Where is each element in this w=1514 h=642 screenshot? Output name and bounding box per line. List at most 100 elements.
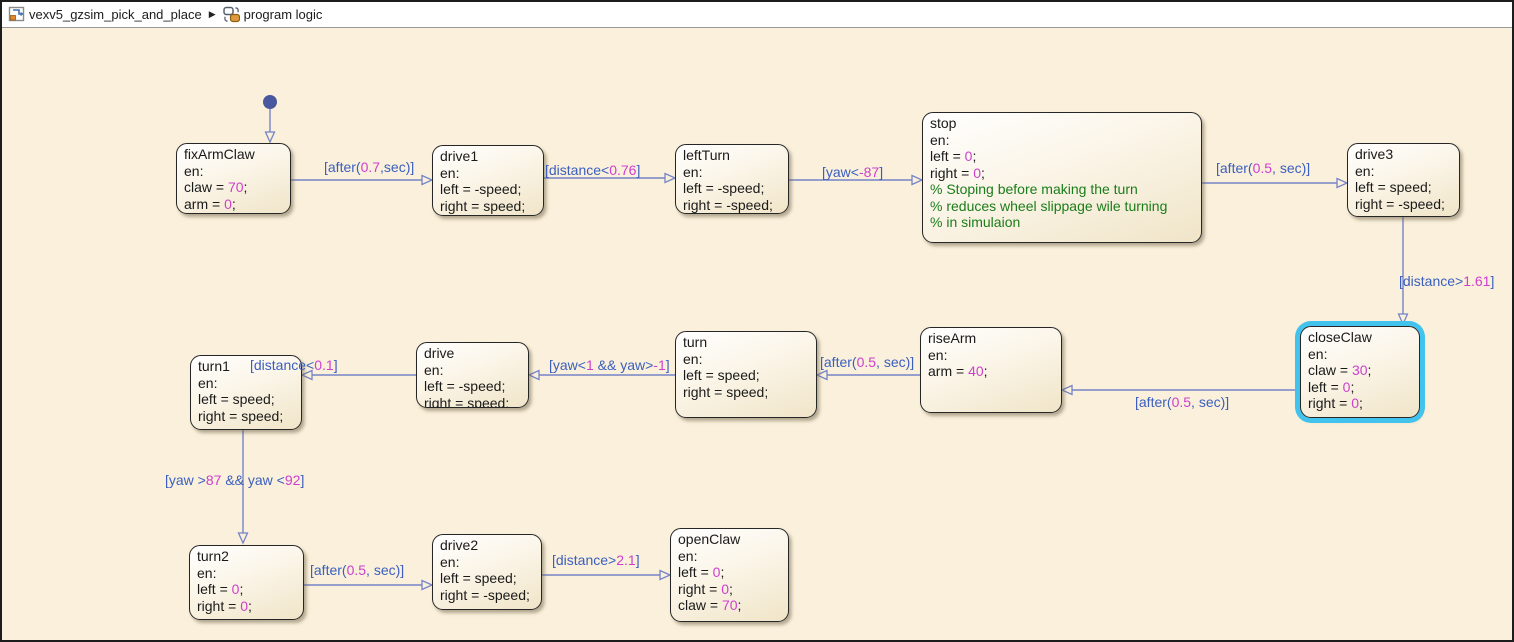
text-segment: left = -speed; bbox=[440, 181, 521, 197]
transition-label-drive2-to-openClaw[interactable]: [distance>2.1] bbox=[552, 553, 640, 568]
state-code-line: right = -speed; bbox=[440, 587, 537, 604]
text-segment: ; bbox=[981, 165, 985, 181]
state-code-line: left = speed; bbox=[440, 570, 537, 587]
text-segment: right = speed; bbox=[683, 384, 768, 400]
transition-label-turn1-to-turn2[interactable]: [yaw >87 && yaw <92] bbox=[165, 473, 304, 488]
state-code-line: claw = 70; bbox=[678, 597, 784, 614]
text-segment: ; bbox=[248, 598, 252, 614]
text-segment: right = speed; bbox=[440, 198, 525, 214]
text-segment: [after( bbox=[310, 562, 347, 578]
state-title: drive1 bbox=[440, 148, 539, 165]
text-segment: , sec)] bbox=[1191, 394, 1229, 410]
text-segment: en: bbox=[440, 165, 459, 181]
state-closeClaw[interactable]: closeClawen:claw = 30;left = 0;right = 0… bbox=[1300, 326, 1420, 418]
state-drive1[interactable]: drive1en:left = -speed;right = speed; bbox=[432, 145, 544, 216]
transition-label-leftTurn-to-stop[interactable]: [yaw<-87] bbox=[822, 165, 883, 180]
text-segment: turn bbox=[683, 334, 707, 350]
state-stop[interactable]: stopen:left = 0;right = 0;% Stoping befo… bbox=[922, 112, 1202, 243]
transition-fixArmClaw-to-drive1[interactable] bbox=[291, 176, 432, 185]
transition-label-riseArm-to-turn[interactable]: [after(0.5, sec)] bbox=[820, 355, 914, 370]
state-code-line: right = 0; bbox=[678, 581, 784, 598]
state-drive[interactable]: driveen:left = -speed;right = speed; bbox=[416, 342, 529, 408]
text-segment: claw = bbox=[678, 597, 722, 613]
state-leftTurn[interactable]: leftTurnen:left = -speed;right = -speed; bbox=[675, 144, 789, 214]
text-segment: turn2 bbox=[197, 548, 229, 564]
text-segment: 0 bbox=[224, 196, 232, 212]
text-segment: 0.5 bbox=[347, 562, 366, 578]
state-drive2[interactable]: drive2en:left = speed;right = -speed; bbox=[432, 534, 542, 610]
state-code-line: arm = 0; bbox=[184, 196, 286, 213]
state-code-line: right = 0; bbox=[197, 598, 299, 615]
text-segment: [distance< bbox=[545, 162, 609, 178]
breadcrumb-chart[interactable]: program logic bbox=[244, 7, 323, 22]
state-code-line: left = 0; bbox=[197, 581, 299, 598]
transition-drive2-to-openClaw[interactable] bbox=[542, 571, 670, 580]
text-segment: ] bbox=[879, 164, 883, 180]
transition-label-turn-to-drive[interactable]: [yaw<1 && yaw>-1] bbox=[549, 358, 670, 373]
state-code-line: en: bbox=[930, 132, 1197, 149]
transition-drive3-to-closeClaw[interactable] bbox=[1399, 217, 1408, 324]
state-code-line: claw = 70; bbox=[184, 179, 286, 196]
transition-label-drive3-to-closeClaw[interactable]: [distance>1.61] bbox=[1399, 274, 1494, 289]
text-segment: en: bbox=[198, 375, 217, 391]
text-segment: closeClaw bbox=[1308, 329, 1372, 345]
transition-label-stop-to-drive3[interactable]: [after(0.5, sec)] bbox=[1216, 161, 1310, 176]
transition-label-drive-to-turn1[interactable]: [distance<0.1] bbox=[250, 358, 338, 373]
default-transition[interactable] bbox=[263, 95, 277, 142]
transition-label-fixArmClaw-to-drive1[interactable]: [after(0.7,sec)] bbox=[324, 160, 414, 175]
transition-turn2-to-drive2[interactable] bbox=[304, 581, 432, 590]
text-segment: ] bbox=[334, 357, 338, 373]
text-segment: [distance< bbox=[250, 357, 314, 373]
text-segment: 0 bbox=[973, 165, 981, 181]
state-fixArmClaw[interactable]: fixArmClawen:claw = 70;arm = 0; bbox=[176, 143, 291, 214]
text-segment: ; bbox=[720, 564, 724, 580]
text-segment: leftTurn bbox=[683, 147, 730, 163]
text-segment: ] bbox=[300, 472, 304, 488]
text-segment: [distance> bbox=[1399, 273, 1463, 289]
text-segment: 0.5 bbox=[1172, 394, 1191, 410]
text-segment: 0.1 bbox=[314, 357, 333, 373]
state-code-line: right = 0; bbox=[1308, 395, 1415, 412]
text-segment: ] bbox=[636, 552, 640, 568]
transition-label-turn2-to-drive2[interactable]: [after(0.5, sec)] bbox=[310, 563, 404, 578]
transition-stop-to-drive3[interactable] bbox=[1202, 179, 1347, 188]
chart-canvas[interactable]: fixArmClawen:claw = 70;arm = 0;drive1en:… bbox=[2, 28, 1512, 640]
text-segment: en: bbox=[930, 132, 949, 148]
text-segment: arm = bbox=[928, 363, 968, 379]
transition-label-closeClaw-to-riseArm[interactable]: [after(0.5, sec)] bbox=[1135, 395, 1229, 410]
text-segment: [yaw > bbox=[165, 472, 206, 488]
text-segment: en: bbox=[683, 164, 702, 180]
text-segment: 30 bbox=[1352, 362, 1368, 378]
state-code-line: % reduces wheel slippage wile turning bbox=[930, 198, 1197, 215]
text-segment: && yaw < bbox=[221, 472, 284, 488]
state-turn2[interactable]: turn2en:left = 0;right = 0; bbox=[189, 545, 304, 620]
text-segment: right = speed; bbox=[424, 395, 509, 409]
text-segment: 1.61 bbox=[1463, 273, 1490, 289]
state-code-line: % Stoping before making the turn bbox=[930, 181, 1197, 198]
text-segment: left = bbox=[197, 581, 232, 597]
state-title: closeClaw bbox=[1308, 329, 1415, 346]
state-code-line: en: bbox=[928, 347, 1057, 364]
text-segment: en: bbox=[928, 347, 947, 363]
text-segment: 70 bbox=[722, 597, 738, 613]
state-openClaw[interactable]: openClawen:left = 0;right = 0;claw = 70; bbox=[670, 528, 789, 622]
state-turn[interactable]: turnen:left = speed;right = speed; bbox=[675, 331, 817, 418]
state-code-line: en: bbox=[683, 351, 812, 368]
text-segment: right = -speed; bbox=[683, 197, 773, 213]
text-segment: riseArm bbox=[928, 330, 976, 346]
text-segment: , sec)] bbox=[876, 354, 914, 370]
breadcrumb-model[interactable]: vexv5_gzsim_pick_and_place bbox=[29, 7, 202, 22]
text-segment: ; bbox=[984, 363, 988, 379]
text-segment: 2.1 bbox=[616, 552, 635, 568]
transition-label-drive1-to-leftTurn[interactable]: [distance<0.76] bbox=[545, 163, 640, 178]
state-drive3[interactable]: drive3en:left = speed;right = -speed; bbox=[1347, 143, 1460, 217]
text-segment: left = bbox=[930, 148, 965, 164]
state-title: riseArm bbox=[928, 330, 1057, 347]
transition-riseArm-to-turn[interactable] bbox=[817, 371, 920, 380]
text-segment: claw = bbox=[1308, 362, 1352, 378]
text-segment: ,sec)] bbox=[380, 159, 414, 175]
text-segment: 1 bbox=[586, 357, 594, 373]
state-riseArm[interactable]: riseArmen:arm = 40; bbox=[920, 327, 1062, 413]
initial-state-node[interactable] bbox=[263, 95, 277, 109]
state-title: drive3 bbox=[1355, 146, 1455, 163]
